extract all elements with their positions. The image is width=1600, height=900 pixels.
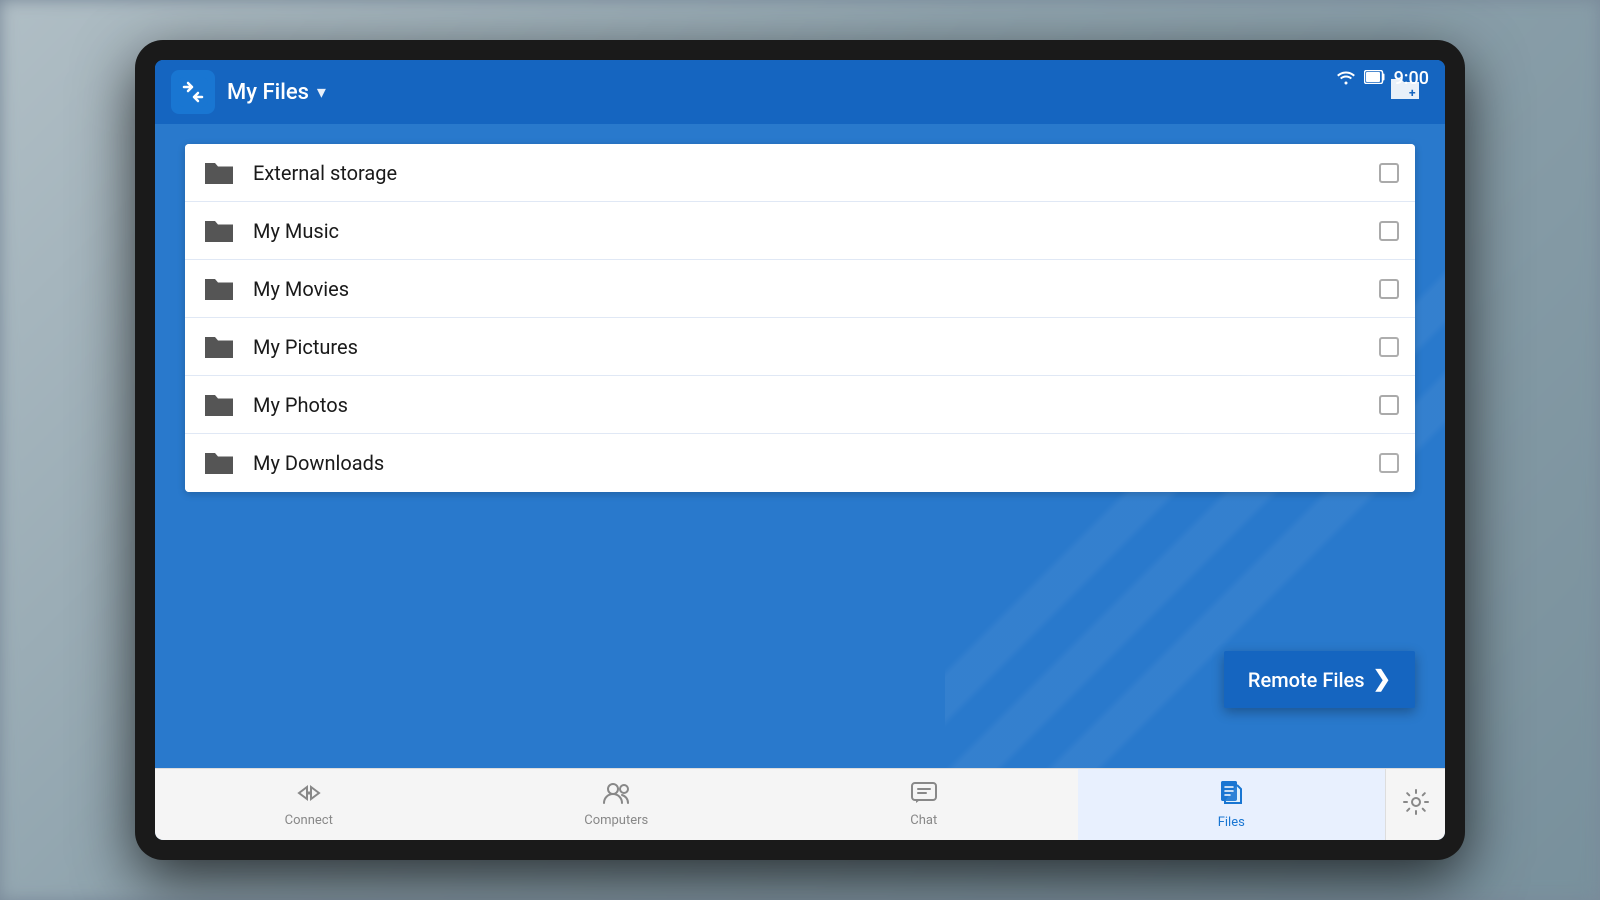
dropdown-arrow-icon: ▾	[317, 82, 326, 103]
file-item-my-music[interactable]: My Music	[185, 202, 1415, 260]
files-icon	[1217, 779, 1245, 811]
settings-button[interactable]	[1385, 769, 1445, 840]
file-name: My Pictures	[253, 335, 1379, 359]
connect-icon	[295, 781, 323, 809]
file-checkbox[interactable]	[1379, 337, 1399, 357]
folder-icon	[201, 387, 237, 423]
file-item-my-movies[interactable]: My Movies	[185, 260, 1415, 318]
file-name: My Movies	[253, 277, 1379, 301]
folder-icon	[201, 271, 237, 307]
folder-icon	[201, 155, 237, 191]
computers-icon	[602, 781, 630, 809]
device-screen: 9:00 My Files ▾ +	[155, 60, 1445, 840]
folder-icon	[201, 329, 237, 365]
file-name: My Photos	[253, 393, 1379, 417]
time-display: 9:00	[1394, 68, 1429, 89]
file-checkbox[interactable]	[1379, 163, 1399, 183]
file-item-my-downloads[interactable]: My Downloads	[185, 434, 1415, 492]
chat-icon	[910, 781, 938, 809]
file-item-external-storage[interactable]: External storage	[185, 144, 1415, 202]
settings-icon	[1403, 789, 1429, 821]
file-checkbox[interactable]	[1379, 221, 1399, 241]
file-name: My Music	[253, 219, 1379, 243]
nav-item-connect[interactable]: Connect	[155, 769, 463, 840]
header-title-button[interactable]: My Files ▾	[227, 80, 326, 105]
file-checkbox[interactable]	[1379, 453, 1399, 473]
bottom-nav: Connect Computers	[155, 768, 1445, 840]
file-item-my-pictures[interactable]: My Pictures	[185, 318, 1415, 376]
nav-computers-label: Computers	[584, 813, 648, 828]
wifi-icon	[1336, 69, 1356, 89]
file-checkbox[interactable]	[1379, 395, 1399, 415]
chevron-right-icon: ❯	[1373, 667, 1391, 692]
remote-files-button[interactable]: Remote Files ❯	[1224, 651, 1415, 708]
header-bar: My Files ▾ +	[155, 60, 1445, 124]
folder-icon	[201, 445, 237, 481]
folder-icon	[201, 213, 237, 249]
main-content: External storage My Music	[155, 124, 1445, 768]
nav-item-chat[interactable]: Chat	[770, 769, 1078, 840]
file-list: External storage My Music	[185, 144, 1415, 492]
nav-chat-label: Chat	[910, 813, 937, 828]
status-bar: 9:00	[1320, 60, 1445, 97]
file-checkbox[interactable]	[1379, 279, 1399, 299]
file-item-my-photos[interactable]: My Photos	[185, 376, 1415, 434]
nav-item-computers[interactable]: Computers	[463, 769, 771, 840]
nav-files-label: Files	[1218, 815, 1245, 830]
header-title-text: My Files	[227, 80, 309, 105]
remote-files-label: Remote Files	[1248, 668, 1365, 692]
nav-connect-label: Connect	[285, 813, 333, 828]
nav-item-files[interactable]: Files	[1078, 769, 1386, 840]
app-logo	[171, 70, 215, 114]
file-name: External storage	[253, 161, 1379, 185]
device-frame: 9:00 My Files ▾ +	[135, 40, 1465, 860]
file-name: My Downloads	[253, 451, 1379, 475]
battery-icon	[1364, 69, 1386, 88]
